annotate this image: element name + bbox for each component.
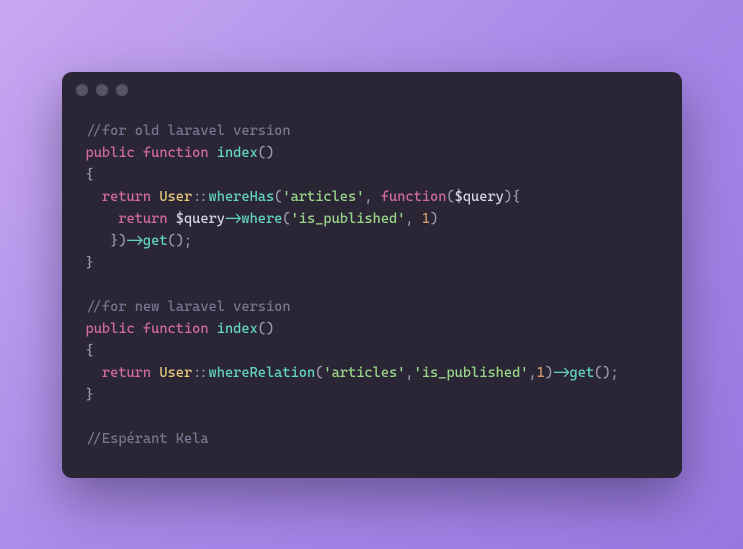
class-user: User [159, 189, 192, 205]
keyword-function: function [143, 145, 209, 161]
keyword-return: return [102, 189, 151, 205]
string-articles: 'articles' [323, 365, 405, 381]
paren-close-brace: ){ [504, 189, 520, 205]
paren-close: ) [430, 211, 438, 227]
var-query: $query [176, 211, 225, 227]
keyword-return: return [118, 211, 167, 227]
keyword-public: public [86, 145, 135, 161]
number-one: 1 [422, 211, 430, 227]
keyword-return: return [102, 365, 151, 381]
brace-open: { [86, 343, 94, 359]
keyword-function: function [143, 321, 209, 337]
keyword-function-closure: function [381, 189, 447, 205]
comma: , [364, 189, 380, 205]
class-user: User [159, 365, 192, 381]
arrow-op: -> [225, 211, 241, 227]
string-ispublished: 'is_published' [291, 211, 406, 227]
scope-op: :: [192, 189, 208, 205]
paren-close: ) [545, 365, 553, 381]
comma: , [528, 365, 536, 381]
string-ispublished: 'is_published' [414, 365, 529, 381]
function-name: index [217, 145, 258, 161]
close-closure: }) [110, 233, 126, 249]
window-titlebar [62, 72, 682, 108]
code-window: //for old laravel version public functio… [62, 72, 682, 478]
var-query: $query [455, 189, 504, 205]
comment-old-version: //for old laravel version [86, 123, 291, 139]
method-get: get [143, 233, 168, 249]
arrow-op: -> [127, 233, 143, 249]
traffic-light-minimize[interactable] [96, 84, 108, 96]
method-whererelation: whereRelation [209, 365, 316, 381]
traffic-light-zoom[interactable] [116, 84, 128, 96]
parens-semi: (); [168, 233, 193, 249]
number-one: 1 [537, 365, 545, 381]
paren-open: ( [282, 211, 290, 227]
paren-open: ( [446, 189, 454, 205]
method-get: get [569, 365, 594, 381]
comma: , [405, 365, 413, 381]
brace-close: } [86, 387, 94, 403]
arrow-op: -> [553, 365, 569, 381]
brace-open: { [86, 167, 94, 183]
comment-author: //Espérant Kela [86, 431, 209, 447]
parens: () [258, 145, 274, 161]
keyword-public: public [86, 321, 135, 337]
method-wherehas: whereHas [209, 189, 275, 205]
string-articles: 'articles' [282, 189, 364, 205]
comma: , [405, 211, 421, 227]
parens-semi: (); [594, 365, 619, 381]
scope-op: :: [192, 365, 208, 381]
comment-new-version: //for new laravel version [86, 299, 291, 315]
traffic-light-close[interactable] [76, 84, 88, 96]
parens: () [258, 321, 274, 337]
function-name: index [217, 321, 258, 337]
brace-close: } [86, 255, 94, 271]
code-block: //for old laravel version public functio… [62, 108, 682, 478]
method-where: where [241, 211, 282, 227]
